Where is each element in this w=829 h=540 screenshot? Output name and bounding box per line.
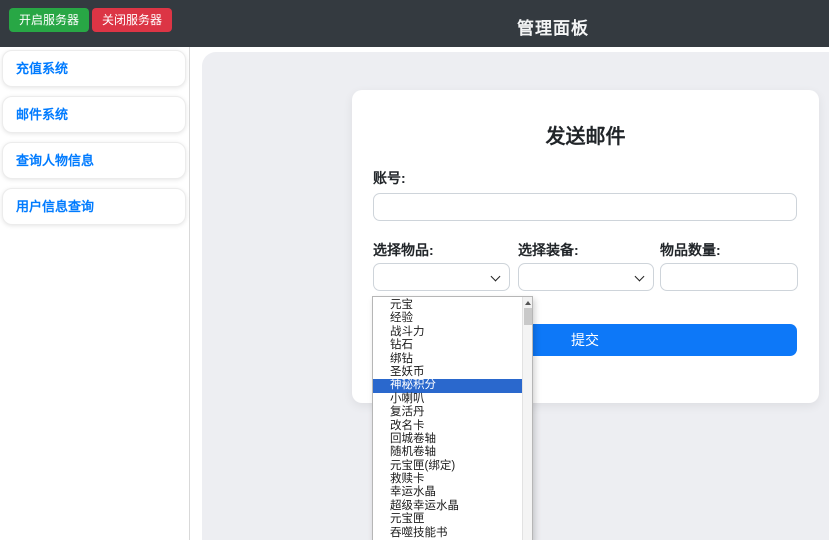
sidebar-item[interactable]: 查询人物信息 [2,142,186,179]
dropdown-option[interactable]: 复活丹 [373,406,522,419]
quantity-label: 物品数量: [660,242,721,258]
chevron-down-icon [490,271,501,282]
dropdown-option[interactable]: 圣妖币 [373,366,522,379]
account-input[interactable] [373,193,797,221]
start-server-button[interactable]: 开启服务器 [9,8,90,32]
dropdown-option[interactable]: 元宝 [373,299,522,312]
dropdown-option[interactable]: 绑钻 [373,353,522,366]
dropdown-options: 元宝 经验 战斗力 钻石 绑钻 圣妖币 神秘积分 小喇叭 复活丹 改名卡 回城卷轴 随机卷轴 元宝匣(绑… [373,299,522,540]
dropdown-option[interactable]: 回城卷轴 [373,433,522,446]
sidebar-item[interactable]: 用户信息查询 [2,188,186,225]
scroll-up-arrow-icon[interactable] [523,297,532,308]
equip-select[interactable] [518,263,654,291]
dropdown-option[interactable]: 超级幸运水晶 [373,500,522,513]
dropdown-option[interactable]: 元宝匣(绑定) [373,460,522,473]
account-label: 账号: [373,170,406,186]
sidebar-item[interactable]: 邮件系统 [2,96,186,133]
dropdown-option[interactable]: 小喇叭 [373,393,522,406]
chevron-down-icon [634,271,645,282]
scrollbar-thumb[interactable] [524,308,532,325]
dropdown-option[interactable]: 钻石 [373,339,522,352]
dropdown-scrollbar[interactable] [522,297,532,540]
item-dropdown-list: 元宝 经验 战斗力 钻石 绑钻 圣妖币 神秘积分 小喇叭 复活丹 改名卡 回城卷轴 随机卷轴 元宝匣(绑… [372,296,533,540]
sidebar-items: 充值系统邮件系统查询人物信息 用户信息查询 [0,50,189,225]
dropdown-option[interactable]: 救赎卡 [373,473,522,486]
dropdown-option[interactable]: 元宝匣 [373,513,522,526]
top-navbar: 开启服务器 关闭服务器 管理面板 [0,0,829,47]
sidebar: 充值系统邮件系统查询人物信息 用户信息查询 [0,47,190,540]
admin-panel-page: 开启服务器 关闭服务器 管理面板 充值系统邮件系统查询人物信息 用户信息查询 发送… [0,0,829,540]
stop-server-button[interactable]: 关闭服务器 [92,8,173,32]
dropdown-option[interactable]: 神秘积分 [373,379,522,393]
dropdown-option[interactable]: 战斗力 [373,326,522,339]
select-item-label: 选择物品: [373,242,434,258]
dropdown-option[interactable]: 幸运水晶 [373,486,522,499]
dropdown-option[interactable]: 经验 [373,312,522,325]
select-equip-label: 选择装备: [518,242,579,258]
page-title: 管理面板 [517,19,589,38]
dropdown-option[interactable]: 吞噬技能书 [373,527,522,540]
sidebar-item[interactable]: 充值系统 [2,50,186,87]
dropdown-option[interactable]: 改名卡 [373,420,522,433]
item-select[interactable] [373,263,510,291]
dropdown-option[interactable]: 随机卷轴 [373,446,522,459]
card-title: 发送邮件 [545,126,626,148]
quantity-input[interactable] [660,263,798,291]
